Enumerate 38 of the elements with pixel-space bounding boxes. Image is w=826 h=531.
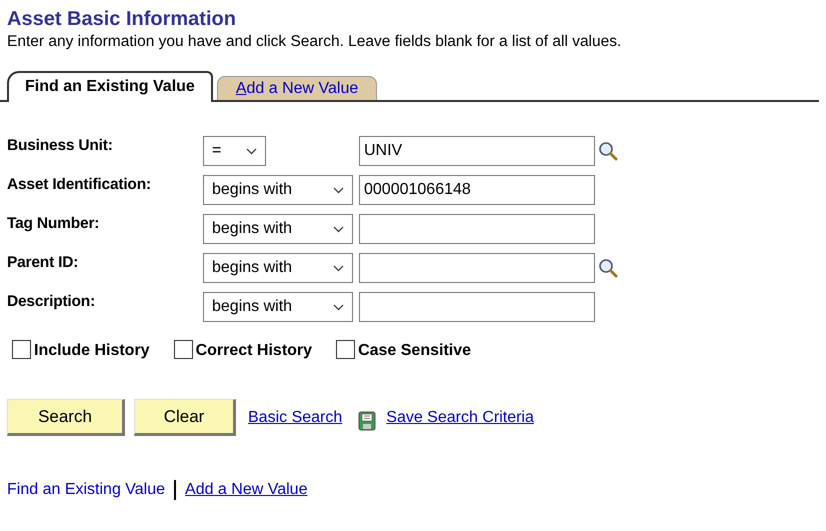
operator-dropdown[interactable]: begins with (203, 253, 353, 283)
field-label: Tag Number: (7, 214, 100, 234)
field-label: Description: (7, 292, 96, 312)
input-field[interactable] (359, 292, 595, 322)
operator-dropdown[interactable]: begins with (203, 214, 353, 244)
search-button[interactable]: Search (7, 399, 125, 436)
clear-button[interactable]: Clear (134, 399, 236, 436)
checkbox-label: Case Sensitive (358, 341, 472, 361)
footer-link[interactable]: Add a New Value (185, 478, 308, 502)
chevron-icon (333, 264, 344, 272)
field-label: Asset Identification: (7, 175, 152, 195)
page-title: Asset Basic Information (7, 7, 237, 32)
checkbox-label: Correct History (196, 341, 312, 361)
checkbox[interactable] (336, 340, 356, 359)
basic-search-link[interactable]: Basic Search (248, 406, 342, 430)
field-label: Business Unit: (7, 136, 114, 156)
input-field[interactable]: UNIV (359, 136, 595, 166)
chevron-icon (246, 148, 257, 154)
operator-dropdown[interactable]: begins with (203, 175, 353, 205)
footer-link[interactable]: Find an Existing Value (7, 478, 166, 502)
input-field[interactable]: 000001066148 (359, 175, 595, 205)
instructions: Enter any information you have and click Search. Leave fields blank for a list of all values. (7, 32, 622, 52)
input-field[interactable] (359, 214, 595, 244)
search-icon[interactable] (598, 258, 618, 278)
operator-dropdown[interactable]: = (203, 136, 266, 166)
search-icon[interactable] (598, 141, 618, 161)
chevron-icon (333, 304, 344, 310)
checkbox[interactable] (174, 340, 193, 359)
field-label: Parent ID: (7, 253, 80, 273)
operator-dropdown[interactable]: begins with (203, 292, 353, 322)
tab[interactable]: Find an Existing Value (7, 71, 213, 102)
tab[interactable]: Add a New Value (216, 76, 378, 100)
chevron-icon (333, 226, 344, 232)
save-search-link[interactable]: Save Search Criteria (386, 406, 534, 430)
checkbox[interactable] (12, 340, 31, 359)
chevron-icon (333, 186, 344, 194)
input-field[interactable] (359, 253, 595, 283)
checkbox-label: Include History (34, 341, 150, 361)
